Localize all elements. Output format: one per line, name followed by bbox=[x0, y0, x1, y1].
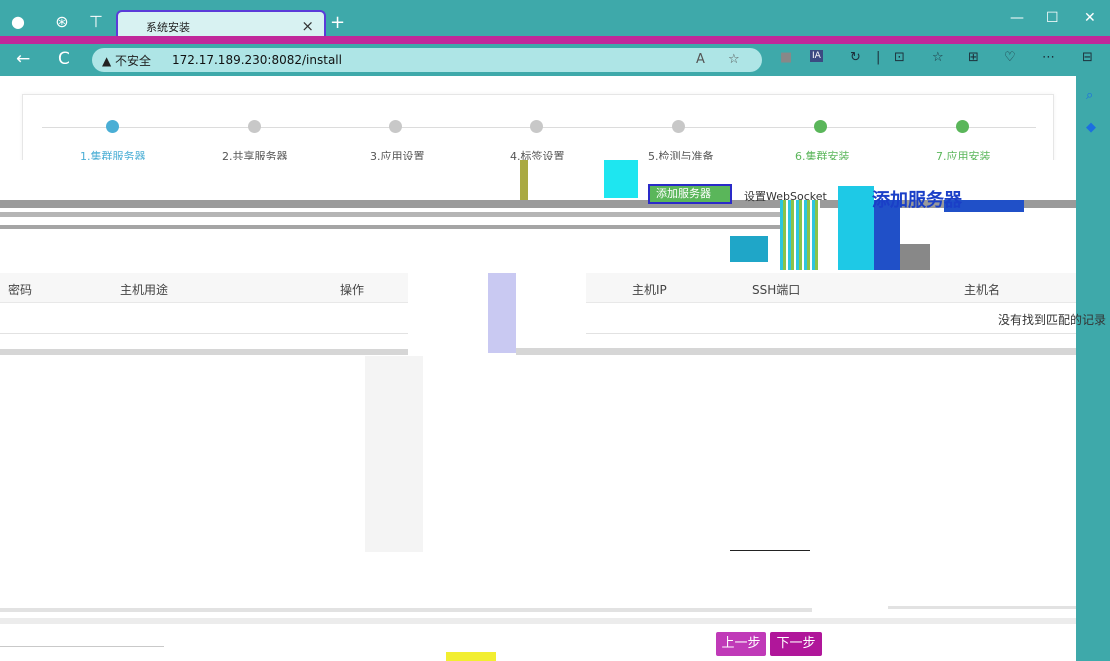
extension-icon[interactable]: ■ bbox=[780, 50, 792, 65]
more-icon[interactable]: ⋯ bbox=[1042, 50, 1055, 65]
websocket-label: 设置WebSocket bbox=[744, 190, 827, 203]
rendering-artifact bbox=[0, 618, 1076, 624]
step-dot-1[interactable] bbox=[106, 120, 119, 133]
prev-step-button[interactable]: 上一步 bbox=[716, 632, 766, 656]
rendering-artifact bbox=[900, 244, 930, 270]
step-dot-4[interactable] bbox=[530, 120, 543, 133]
next-step-button[interactable]: 下一步 bbox=[770, 632, 822, 656]
favorites-icon[interactable]: ☆ bbox=[932, 50, 944, 65]
add-server-heading: 添加服务器 bbox=[872, 190, 962, 211]
rendering-artifact bbox=[0, 349, 408, 355]
add-server-button[interactable]: 添加服务器 bbox=[648, 184, 732, 204]
split-screen-icon[interactable]: ⊡ bbox=[894, 50, 905, 65]
security-warning[interactable]: ▲ 不安全 bbox=[102, 52, 151, 69]
browser-title-bar: ● ⊛ ⊤ 系统安装 × + — ☐ ✕ bbox=[0, 0, 1110, 44]
step-dot-5[interactable] bbox=[672, 120, 685, 133]
empty-table-message: 没有找到匹配的记录 bbox=[998, 313, 1107, 327]
sync-icon[interactable]: ↻ bbox=[850, 50, 861, 65]
rendering-artifact bbox=[365, 356, 423, 552]
rendering-artifact bbox=[0, 608, 812, 612]
rendering-artifact bbox=[488, 273, 516, 353]
add-server-label: 添加服务器 bbox=[656, 187, 711, 200]
divider bbox=[586, 333, 1076, 334]
column-password: 密码 bbox=[8, 283, 33, 297]
step-dot-2[interactable] bbox=[248, 120, 261, 133]
column-actions: 操作 bbox=[340, 283, 365, 297]
right-table-header: 主机IP SSH端口 主机名 bbox=[586, 273, 1076, 303]
back-icon[interactable]: ← bbox=[16, 49, 30, 69]
rendering-artifact bbox=[446, 652, 496, 661]
workspaces-icon[interactable]: ⊛ bbox=[52, 12, 72, 32]
search-icon[interactable]: ⌕ bbox=[1086, 88, 1093, 103]
rendering-artifact bbox=[838, 186, 874, 270]
rendering-artifact bbox=[520, 160, 528, 200]
column-ssh-port: SSH端口 bbox=[752, 283, 801, 297]
minimize-icon[interactable]: — bbox=[1010, 10, 1024, 26]
rendering-artifact bbox=[516, 348, 1076, 355]
maximize-icon[interactable]: ☐ bbox=[1046, 10, 1059, 26]
rendering-artifact bbox=[604, 160, 638, 198]
step-dot-7[interactable] bbox=[956, 120, 969, 133]
rendering-artifact bbox=[730, 236, 768, 262]
websocket-button[interactable]: 设置WebSocket bbox=[744, 188, 827, 204]
title-bar-strip bbox=[0, 36, 1110, 44]
divider bbox=[0, 646, 164, 647]
column-host-ip: 主机IP bbox=[632, 283, 667, 297]
tab-close-icon[interactable]: × bbox=[301, 17, 314, 35]
refresh-icon[interactable]: C bbox=[58, 49, 70, 69]
rendering-artifact bbox=[0, 225, 820, 229]
rendering-artifact bbox=[780, 200, 820, 270]
address-bar-row: ← C ▲ 不安全 172.17.189.230:8082/install A … bbox=[0, 44, 1110, 76]
tab-actions-icon[interactable]: ⊤ bbox=[86, 12, 106, 32]
left-table-header: 密码 主机用途 操作 bbox=[0, 273, 408, 303]
url-text[interactable]: 172.17.189.230:8082/install bbox=[172, 53, 342, 67]
step-dot-6[interactable] bbox=[814, 120, 827, 133]
performance-icon[interactable]: ♡ bbox=[1004, 50, 1016, 65]
step-dot-3[interactable] bbox=[389, 120, 402, 133]
collections-icon[interactable]: ⊞ bbox=[968, 50, 979, 65]
new-tab-button[interactable]: + bbox=[330, 12, 345, 33]
favorite-icon[interactable]: ☆ bbox=[728, 52, 740, 67]
ia-extension-icon[interactable]: IA bbox=[810, 50, 823, 62]
browser-sidebar: ⌕ ◆ bbox=[1076, 76, 1110, 661]
divider bbox=[0, 333, 408, 334]
rendering-artifact bbox=[0, 212, 820, 217]
address-bar[interactable]: ▲ 不安全 172.17.189.230:8082/install A ☆ bbox=[92, 48, 762, 72]
divider bbox=[730, 550, 810, 551]
read-aloud-icon[interactable]: A bbox=[696, 52, 705, 67]
profile-avatar-icon[interactable]: ● bbox=[8, 12, 28, 32]
rendering-artifact bbox=[888, 606, 1076, 609]
column-host-purpose: 主机用途 bbox=[120, 283, 169, 297]
column-hostname: 主机名 bbox=[964, 283, 1001, 297]
tag-icon[interactable]: ◆ bbox=[1086, 120, 1096, 135]
divider: | bbox=[876, 50, 881, 65]
close-window-icon[interactable]: ✕ bbox=[1084, 10, 1096, 26]
sidebar-toggle-icon[interactable]: ⊟ bbox=[1082, 50, 1093, 65]
tab-title: 系统安装 bbox=[146, 21, 190, 34]
